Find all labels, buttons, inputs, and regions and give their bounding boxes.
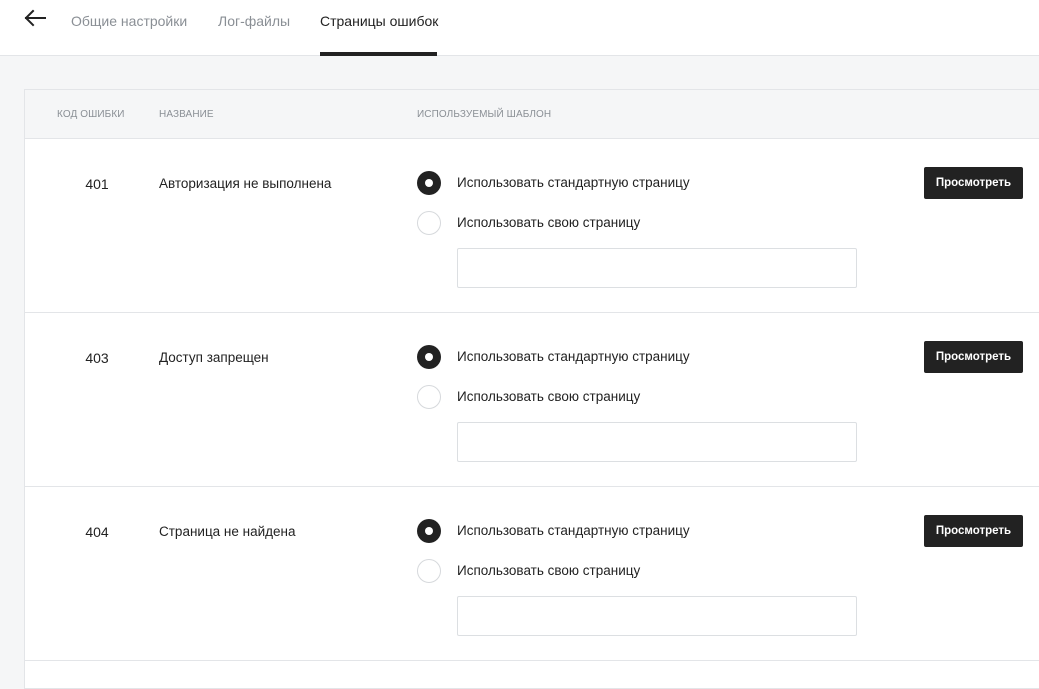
error-pages-table: КОД ОШИБКИ НАЗВАНИЕ ИСПОЛЬЗУЕМЫЙ ШАБЛОН … [24,89,1039,689]
option-default-label: Использовать стандартную страницу [457,523,690,538]
header-error-code: КОД ОШИБКИ [57,109,125,120]
radio-unselected-icon[interactable] [417,211,441,235]
header-name: НАЗВАНИЕ [159,109,214,120]
radio-selected-icon[interactable] [417,171,441,195]
table-row: 401 Авторизация не выполнена Использоват… [25,139,1039,313]
table-row: 404 Страница не найдена Использовать ста… [25,487,1039,661]
error-name: Авторизация не выполнена [159,176,332,191]
error-code: 401 [85,176,109,192]
radio-selected-icon[interactable] [417,345,441,369]
option-default-label: Использовать стандартную страницу [457,349,690,364]
radio-unselected-icon[interactable] [417,559,441,583]
option-custom-label: Использовать свою страницу [457,563,641,578]
back-arrow-icon[interactable] [22,6,48,32]
radio-unselected-icon[interactable] [417,385,441,409]
preview-button[interactable]: Просмотреть [924,167,1023,199]
error-name: Страница не найдена [159,524,296,539]
option-custom-label: Использовать свою страницу [457,215,641,230]
option-custom-label: Использовать свою страницу [457,389,641,404]
error-name: Доступ запрещен [159,350,269,365]
table-header: КОД ОШИБКИ НАЗВАНИЕ ИСПОЛЬЗУЕМЫЙ ШАБЛОН [25,90,1039,139]
tab-error-pages[interactable]: Страницы ошибок [320,13,438,29]
radio-selected-icon[interactable] [417,519,441,543]
tab-general-settings[interactable]: Общие настройки [71,13,187,29]
header-template: ИСПОЛЬЗУЕМЫЙ ШАБЛОН [417,109,552,120]
custom-page-input[interactable] [457,596,857,636]
custom-page-input[interactable] [457,422,857,462]
error-code: 404 [85,524,109,540]
option-default-label: Использовать стандартную страницу [457,175,690,190]
top-navigation: Общие настройки Лог-файлы Страницы ошибо… [0,0,1039,56]
error-code: 403 [85,350,109,366]
table-row: 403 Доступ запрещен Использовать стандар… [25,313,1039,487]
tab-log-files[interactable]: Лог-файлы [218,13,290,29]
custom-page-input[interactable] [457,248,857,288]
preview-button[interactable]: Просмотреть [924,341,1023,373]
active-tab-indicator [320,52,437,56]
preview-button[interactable]: Просмотреть [924,515,1023,547]
